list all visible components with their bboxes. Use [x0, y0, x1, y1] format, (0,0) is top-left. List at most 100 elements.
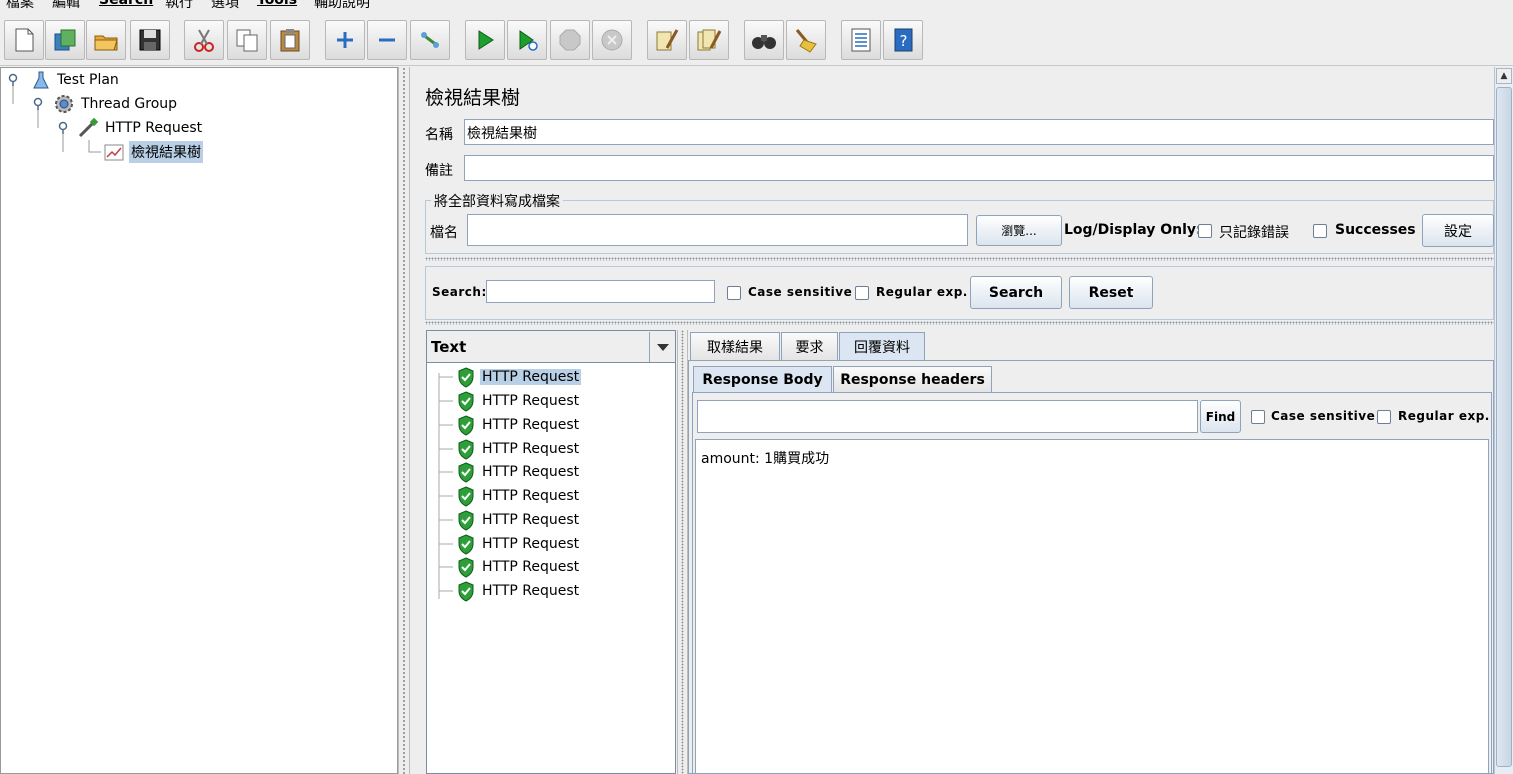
- svg-text:?: ?: [900, 32, 908, 50]
- tab-sampler-result[interactable]: 取樣結果: [690, 332, 780, 361]
- new-button[interactable]: [4, 20, 44, 60]
- menu-options[interactable]: 選項: [211, 0, 239, 12]
- clear-all-button[interactable]: [689, 20, 729, 60]
- start-button[interactable]: [465, 20, 505, 60]
- expand-button[interactable]: [325, 20, 365, 60]
- copy-button[interactable]: [227, 20, 267, 60]
- comment-field[interactable]: [464, 155, 1494, 181]
- results-split-divider[interactable]: [677, 330, 688, 774]
- shutdown-icon: [601, 29, 623, 51]
- result-item[interactable]: HTTP Request: [455, 366, 582, 388]
- tree-node-thread-group[interactable]: Thread Group: [53, 93, 179, 115]
- stop-button[interactable]: [550, 20, 590, 60]
- filename-field[interactable]: [467, 214, 968, 246]
- result-item-label: HTTP Request: [482, 559, 580, 575]
- templates-button[interactable]: [45, 20, 85, 60]
- tree-node-http-request[interactable]: HTTP Request: [77, 117, 204, 139]
- result-item[interactable]: HTTP Request: [455, 461, 581, 483]
- result-item[interactable]: HTTP Request: [455, 485, 581, 507]
- successes-checkbox[interactable]: [1313, 224, 1327, 238]
- test-plan-tree: Test Plan Thread Group HTTP Request 檢視結果…: [0, 67, 398, 774]
- cut-button[interactable]: [184, 20, 224, 60]
- scroll-up-icon[interactable]: ▲: [1496, 68, 1512, 84]
- reset-search-button[interactable]: [786, 20, 826, 60]
- subtab-response-body[interactable]: Response Body: [693, 366, 832, 393]
- result-item[interactable]: HTTP Request: [455, 533, 581, 555]
- tree-node-label: 檢視結果樹: [129, 141, 203, 163]
- tree-node-view-results-tree[interactable]: 檢視結果樹: [103, 141, 203, 163]
- search-execute-button[interactable]: Search: [970, 276, 1062, 309]
- function-helper-button[interactable]: [841, 20, 881, 60]
- expand-handle-icon[interactable]: [31, 97, 45, 111]
- find-button[interactable]: Find: [1200, 400, 1241, 433]
- find-regex-checkbox[interactable]: [1377, 410, 1391, 424]
- clear-all-icon: [697, 29, 722, 51]
- tree-node-test-plan[interactable]: Test Plan: [31, 69, 121, 91]
- scrollbar-thumb[interactable]: [1496, 87, 1512, 767]
- clear-icon: [656, 29, 679, 51]
- collapse-icon: [379, 38, 395, 42]
- regex-checkbox[interactable]: [855, 286, 869, 300]
- result-item-label: HTTP Request: [480, 369, 582, 385]
- cut-icon: [194, 29, 214, 52]
- find-case-sensitive-checkbox[interactable]: [1251, 410, 1265, 424]
- result-item[interactable]: HTTP Request: [455, 438, 581, 460]
- result-item[interactable]: HTTP Request: [455, 414, 581, 436]
- success-shield-icon: [458, 557, 474, 578]
- expand-handle-icon[interactable]: [56, 121, 70, 135]
- paste-icon: [280, 29, 300, 52]
- result-item[interactable]: HTTP Request: [455, 390, 581, 412]
- separator[interactable]: [425, 321, 1494, 325]
- menu-edit[interactable]: 編輯: [52, 0, 80, 12]
- response-body-textarea[interactable]: amount: 1購買成功: [695, 439, 1489, 774]
- success-shield-icon: [458, 415, 474, 436]
- response-body-text: amount: 1購買成功: [701, 451, 830, 467]
- menu-search[interactable]: Search: [99, 0, 153, 8]
- shutdown-button[interactable]: [592, 20, 632, 60]
- result-item-label: HTTP Request: [482, 488, 580, 504]
- menu-run[interactable]: 執行: [165, 0, 193, 12]
- log-display-label: Log/Display Only:: [1064, 222, 1202, 238]
- configure-button[interactable]: 設定: [1422, 214, 1494, 247]
- result-item[interactable]: HTTP Request: [455, 509, 581, 531]
- reset-button[interactable]: Reset: [1069, 276, 1153, 309]
- save-button[interactable]: [130, 20, 170, 60]
- result-item-label: HTTP Request: [482, 583, 580, 599]
- expand-handle-icon[interactable]: [6, 73, 20, 87]
- start-no-pause-icon: [519, 30, 538, 51]
- find-regex-label: Regular exp.: [1398, 409, 1490, 423]
- find-input[interactable]: [697, 400, 1198, 433]
- menu-help[interactable]: 輔助說明: [314, 0, 370, 12]
- write-to-file-title: 將全部資料寫成檔案: [431, 191, 563, 211]
- renderer-select[interactable]: Text: [427, 331, 675, 363]
- clear-button[interactable]: [647, 20, 687, 60]
- tab-response-data[interactable]: 回覆資料: [839, 332, 925, 361]
- split-pane-divider[interactable]: [398, 67, 410, 774]
- vertical-scrollbar[interactable]: ▲: [1494, 67, 1513, 774]
- success-shield-icon: [458, 462, 474, 483]
- start-no-pause-button[interactable]: [507, 20, 547, 60]
- chevron-down-icon[interactable]: [649, 331, 675, 362]
- menu-file[interactable]: 檔案: [6, 0, 34, 12]
- result-item[interactable]: HTTP Request: [455, 580, 581, 602]
- errors-only-label: 只記錄錯誤: [1219, 225, 1289, 241]
- comment-label: 備註: [425, 163, 453, 179]
- name-field[interactable]: 檢視結果樹: [464, 119, 1494, 145]
- tree-node-label: Thread Group: [81, 96, 178, 112]
- search-button[interactable]: [744, 20, 784, 60]
- menu-tools[interactable]: Tools: [257, 0, 297, 8]
- separator[interactable]: [425, 257, 1494, 261]
- toggle-button[interactable]: [410, 20, 450, 60]
- result-item-label: HTTP Request: [482, 536, 580, 552]
- tab-request[interactable]: 要求: [781, 332, 838, 361]
- subtab-response-headers[interactable]: Response headers: [833, 366, 992, 393]
- result-item[interactable]: HTTP Request: [455, 556, 581, 578]
- search-input[interactable]: [486, 280, 715, 303]
- case-sensitive-checkbox[interactable]: [727, 286, 741, 300]
- open-button[interactable]: [86, 20, 126, 60]
- errors-only-checkbox[interactable]: [1198, 224, 1212, 238]
- browse-button[interactable]: 瀏覽...: [976, 215, 1062, 246]
- paste-button[interactable]: [270, 20, 310, 60]
- help-button[interactable]: ?: [883, 20, 923, 60]
- collapse-button[interactable]: [367, 20, 407, 60]
